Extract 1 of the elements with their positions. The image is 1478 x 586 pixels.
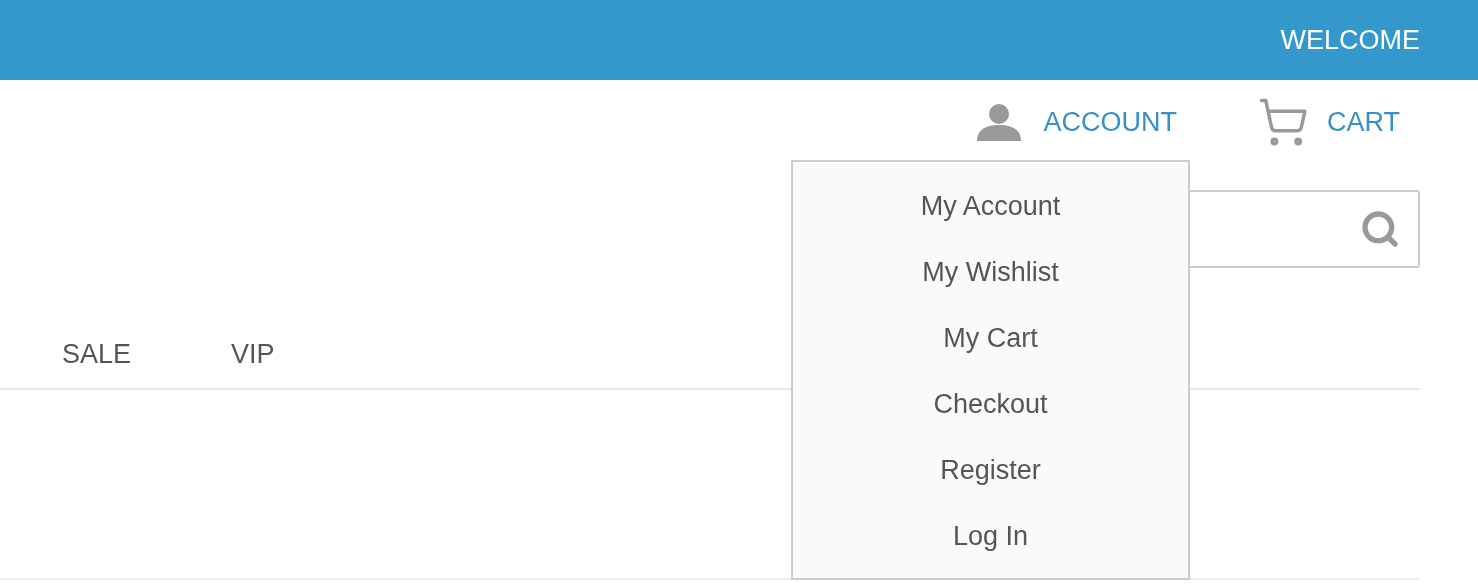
welcome-text: WELCOME [1280,23,1420,57]
